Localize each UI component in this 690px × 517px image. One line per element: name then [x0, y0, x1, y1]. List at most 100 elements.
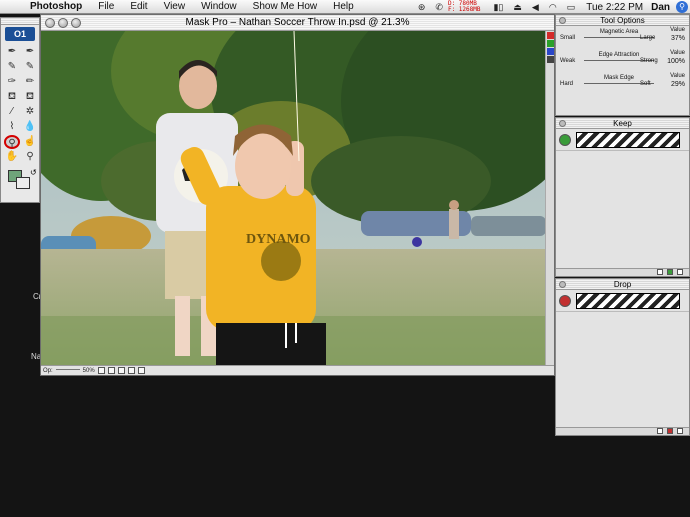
- tool-options-title: Tool Options: [600, 16, 645, 25]
- mask-edge-value[interactable]: 29%: [671, 81, 685, 88]
- color-swatches: ↺: [8, 168, 39, 192]
- drop-panel-footer: [556, 427, 689, 435]
- smudge-icon[interactable]: ☝: [22, 135, 38, 149]
- keep-visibility-icon[interactable]: [559, 133, 571, 146]
- wand-icon[interactable]: ✲: [22, 105, 38, 119]
- tool-palette: O1 ✒ ✒ ✎ ✎ ✑ ✏ ⛾ ⛾ ⁄ ✲ ⌇ 💧 ⚲ ☝ ✋ ⚲ ↺: [0, 17, 40, 203]
- drop-add-icon[interactable]: [667, 428, 673, 434]
- image-canvas[interactable]: DYNAMO: [41, 31, 546, 366]
- view-mode-3-button[interactable]: [117, 367, 125, 374]
- blur-icon[interactable]: 💧: [22, 120, 38, 134]
- trash-icon[interactable]: [677, 428, 683, 434]
- drop-title: Drop: [613, 280, 632, 289]
- new-swatch-icon[interactable]: [657, 269, 663, 275]
- trash-icon[interactable]: [677, 269, 683, 275]
- keep-panel-footer: [556, 268, 689, 276]
- option-right-label: Strong: [640, 58, 658, 64]
- value-label: Value: [670, 73, 685, 79]
- view-mode-1-button[interactable]: [97, 367, 105, 374]
- opacity-label: Op:: [43, 367, 53, 374]
- option-right-label: Large: [640, 35, 656, 41]
- pen-icon[interactable]: ✎: [4, 60, 20, 74]
- document-titlebar[interactable]: Mask Pro – Nathan Soccer Throw In.psd @ …: [41, 15, 554, 31]
- eyedropper-drop-icon[interactable]: ✒: [22, 45, 38, 59]
- red-channel-icon[interactable]: [547, 32, 554, 39]
- battery-icon[interactable]: ▭: [567, 2, 576, 13]
- green-channel-icon[interactable]: [547, 40, 554, 47]
- keep-titlebar[interactable]: Keep: [556, 118, 689, 129]
- view-mode-5-button[interactable]: [137, 367, 145, 374]
- tool-options-titlebar[interactable]: Tool Options: [556, 15, 689, 26]
- close-window-icon[interactable]: [45, 18, 55, 28]
- menu-file[interactable]: File: [90, 1, 122, 12]
- sync-icon[interactable]: ⊛: [418, 2, 426, 13]
- tool-options-panel: Tool Options Small Magnetic Area Large V…: [555, 14, 690, 116]
- new-swatch-icon[interactable]: [657, 428, 663, 434]
- document-title: Mask Pro – Nathan Soccer Throw In.psd @ …: [185, 17, 410, 28]
- keep-color-row[interactable]: [556, 129, 689, 151]
- magic-pen-icon[interactable]: ✑: [4, 75, 20, 89]
- chisel-icon[interactable]: ⌇: [4, 120, 20, 134]
- zoom-icon[interactable]: ⚲: [22, 150, 38, 164]
- document-window: Mask Pro – Nathan Soccer Throw In.psd @ …: [40, 14, 555, 376]
- keep-color-swatch-set[interactable]: [576, 131, 680, 148]
- vertical-scrollbar[interactable]: [545, 31, 554, 366]
- option-edge-attraction: Weak Edge Attraction Strong Value 100%: [556, 49, 689, 72]
- menu-show-me-how[interactable]: Show Me How: [245, 1, 325, 12]
- menu-photoshop[interactable]: Photoshop: [26, 1, 90, 12]
- eject-icon[interactable]: ⏏: [513, 2, 522, 13]
- edge-attraction-value[interactable]: 100%: [667, 58, 685, 65]
- mask-channel-icon[interactable]: [547, 56, 554, 63]
- phone-icon[interactable]: ✆: [435, 2, 443, 13]
- keep-add-icon[interactable]: [667, 269, 673, 275]
- bucket-keep-icon[interactable]: ⛾: [4, 90, 20, 104]
- menu-window[interactable]: Window: [193, 1, 245, 12]
- spotlight-icon[interactable]: ⚲: [676, 1, 688, 13]
- volume-icon[interactable]: ◀: [532, 2, 539, 13]
- battery-gauge-icon: ▮▯: [493, 1, 504, 12]
- tool-palette-titlebar[interactable]: [1, 18, 39, 25]
- panel-close-icon[interactable]: [559, 17, 566, 24]
- drop-color-row[interactable]: [556, 290, 689, 312]
- wifi-icon[interactable]: ◠: [549, 2, 557, 13]
- minimize-window-icon[interactable]: [58, 18, 68, 28]
- zoom-level: 50%: [82, 367, 95, 374]
- menu-edit[interactable]: Edit: [122, 1, 155, 12]
- option-mask-edge: Hard Mask Edge Soft Value 29%: [556, 72, 689, 95]
- panel-close-icon[interactable]: [559, 120, 566, 127]
- magic-brush-selected-icon[interactable]: ⚲: [4, 135, 20, 149]
- pencil-icon[interactable]: ✏: [22, 75, 38, 89]
- drop-titlebar[interactable]: Drop: [556, 279, 689, 290]
- tool-grid: ✒ ✒ ✎ ✎ ✑ ✏ ⛾ ⛾ ⁄ ✲ ⌇ 💧 ⚲ ☝ ✋ ⚲: [1, 43, 39, 164]
- menu-user[interactable]: Dan: [651, 2, 670, 13]
- hand-icon[interactable]: ✋: [4, 150, 20, 164]
- value-label: Value: [670, 27, 685, 33]
- blue-channel-icon[interactable]: [547, 48, 554, 55]
- magic-brush-icon[interactable]: ⁄: [4, 105, 20, 119]
- view-mode-2-button[interactable]: [107, 367, 115, 374]
- zoom-window-icon[interactable]: [71, 18, 81, 28]
- drop-color-swatch-set[interactable]: [576, 292, 680, 309]
- swap-colors-icon[interactable]: ↺: [30, 168, 37, 177]
- option-right-label: Soft: [640, 81, 651, 87]
- brush-icon[interactable]: ✎: [22, 60, 38, 74]
- menu-bar: Photoshop File Edit View Window Show Me …: [0, 0, 690, 14]
- option-left-label: Small: [560, 35, 576, 41]
- option-magnetic-area: Small Magnetic Area Large Value 37%: [556, 26, 689, 49]
- keep-title: Keep: [613, 119, 632, 128]
- panel-close-icon[interactable]: [559, 281, 566, 288]
- magnetic-area-value[interactable]: 37%: [671, 35, 685, 42]
- bucket-drop-icon[interactable]: ⛾: [22, 90, 38, 104]
- drop-color-swatch[interactable]: [16, 177, 30, 189]
- menu-clock[interactable]: Tue 2:22 PM: [586, 2, 643, 13]
- mask-pro-logo: O1: [5, 27, 35, 41]
- eyedropper-keep-icon[interactable]: ✒: [4, 45, 20, 59]
- opacity-slider[interactable]: [55, 369, 80, 372]
- drop-visibility-icon[interactable]: [559, 294, 571, 307]
- memory-line-2: F: 1268MB: [447, 6, 481, 13]
- window-controls: [45, 18, 81, 28]
- soccer-photo: DYNAMO: [41, 31, 546, 366]
- menu-view[interactable]: View: [156, 1, 194, 12]
- view-mode-4-button[interactable]: [127, 367, 135, 374]
- menu-help[interactable]: Help: [325, 1, 362, 12]
